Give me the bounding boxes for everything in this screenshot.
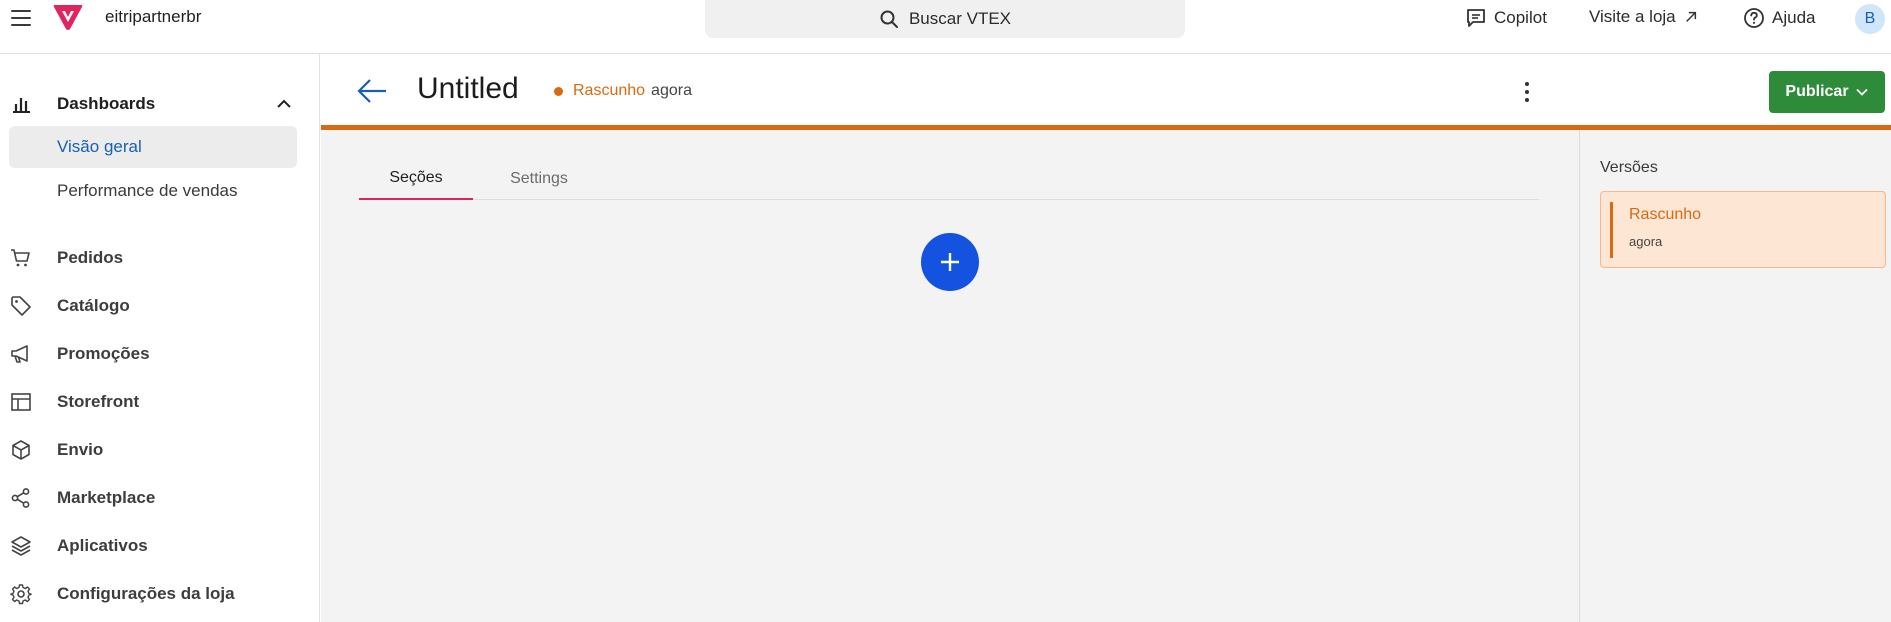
back-arrow-icon[interactable] <box>356 75 388 107</box>
search-icon <box>880 10 898 28</box>
version-accent-bar <box>1610 202 1613 258</box>
status-badge: Rascunho agora <box>554 82 692 100</box>
tab-settings[interactable]: Settings <box>477 157 601 200</box>
sidebar-item-envio[interactable]: Envio <box>0 430 320 470</box>
sidebar-item-aplicativos[interactable]: Aplicativos <box>0 526 320 566</box>
version-card[interactable]: Rascunho agora <box>1600 191 1886 268</box>
sidebar-item-pedidos[interactable]: Pedidos <box>0 238 320 278</box>
sidebar-item-marketplace[interactable]: Marketplace <box>0 478 320 518</box>
menu-icon[interactable] <box>10 8 32 28</box>
top-bar: eitripartnerbr Buscar VTEX Copilot Visit… <box>0 0 1891 54</box>
help-button[interactable]: Ajuda <box>1743 7 1815 29</box>
sidebar-item-label: Storefront <box>57 392 140 411</box>
tab-bar: Seções Settings <box>359 157 1539 200</box>
gear-icon <box>10 583 32 605</box>
versions-panel: Versões Rascunho agora <box>1579 130 1891 622</box>
chevron-down-icon <box>1855 88 1868 96</box>
avatar[interactable]: B <box>1855 4 1885 34</box>
status-time: agora <box>651 82 692 99</box>
sidebar-item-promocoes[interactable]: Promoções <box>0 334 320 374</box>
version-name: Rascunho <box>1629 206 1702 223</box>
version-time: agora <box>1629 234 1663 249</box>
cart-icon <box>10 247 32 269</box>
sidebar-item-label: Aplicativos <box>57 536 148 555</box>
sidebar-item-label: Catálogo <box>57 296 130 315</box>
publish-button[interactable]: Publicar <box>1769 71 1885 113</box>
chat-icon <box>1467 9 1485 27</box>
copilot-label: Copilot <box>1494 8 1547 27</box>
add-section-button[interactable] <box>921 233 979 291</box>
status-text: Rascunho <box>573 82 646 99</box>
sidebar-item-configuracoes-da-loja[interactable]: Configurações da loja <box>0 574 320 614</box>
sidebar-item-performance-de-vendas[interactable]: Performance de vendas <box>9 170 297 212</box>
page-title: Untitled <box>417 72 519 105</box>
sidebar-item-label: Pedidos <box>57 248 124 267</box>
search-label: Buscar VTEX <box>908 9 1012 28</box>
vtex-logo[interactable] <box>52 3 84 31</box>
share-icon <box>10 487 32 509</box>
plus-icon <box>941 253 959 271</box>
account-name[interactable]: eitripartnerbr <box>105 7 201 27</box>
sidebar-item-label: Configurações da loja <box>57 584 235 603</box>
sidebar-item-label: Promoções <box>57 344 150 363</box>
sidebar-item-storefront[interactable]: Storefront <box>0 382 320 422</box>
more-options-icon[interactable] <box>1515 78 1539 106</box>
page-header: Untitled Rascunho agora Publicar <box>321 54 1891 130</box>
sidebar: Dashboards Visão geral Performance de ve… <box>0 54 320 622</box>
visit-store-label: Visite a loja <box>1589 7 1676 26</box>
sidebar-group-label: Dashboards <box>57 94 156 113</box>
sidebar-group-dashboards[interactable]: Dashboards <box>0 84 320 124</box>
main-content: Untitled Rascunho agora Publicar Seções … <box>321 54 1891 622</box>
sidebar-item-catalogo[interactable]: Catálogo <box>0 286 320 326</box>
sidebar-item-label: Marketplace <box>57 488 156 507</box>
layout-icon <box>10 391 32 413</box>
sidebar-item-label: Envio <box>57 440 104 459</box>
search-bar[interactable]: Buscar VTEX <box>705 0 1185 38</box>
tag-icon <box>10 295 32 317</box>
copilot-button[interactable]: Copilot <box>1465 7 1547 29</box>
chevron-up-icon[interactable] <box>275 95 293 113</box>
status-dot <box>554 86 563 96</box>
tab-secoes[interactable]: Seções <box>359 157 473 200</box>
visit-store-link[interactable]: Visite a loja <box>1589 7 1699 27</box>
versions-title: Versões <box>1600 159 1658 176</box>
bar-chart-icon <box>10 93 32 115</box>
box-icon <box>10 439 32 461</box>
help-icon <box>1744 8 1764 28</box>
megaphone-icon <box>10 343 32 365</box>
sidebar-item-visao-geral[interactable]: Visão geral <box>9 126 297 168</box>
external-link-icon <box>1685 11 1696 22</box>
publish-label: Publicar <box>1785 83 1849 100</box>
layers-icon <box>10 535 32 557</box>
help-label: Ajuda <box>1772 8 1816 27</box>
